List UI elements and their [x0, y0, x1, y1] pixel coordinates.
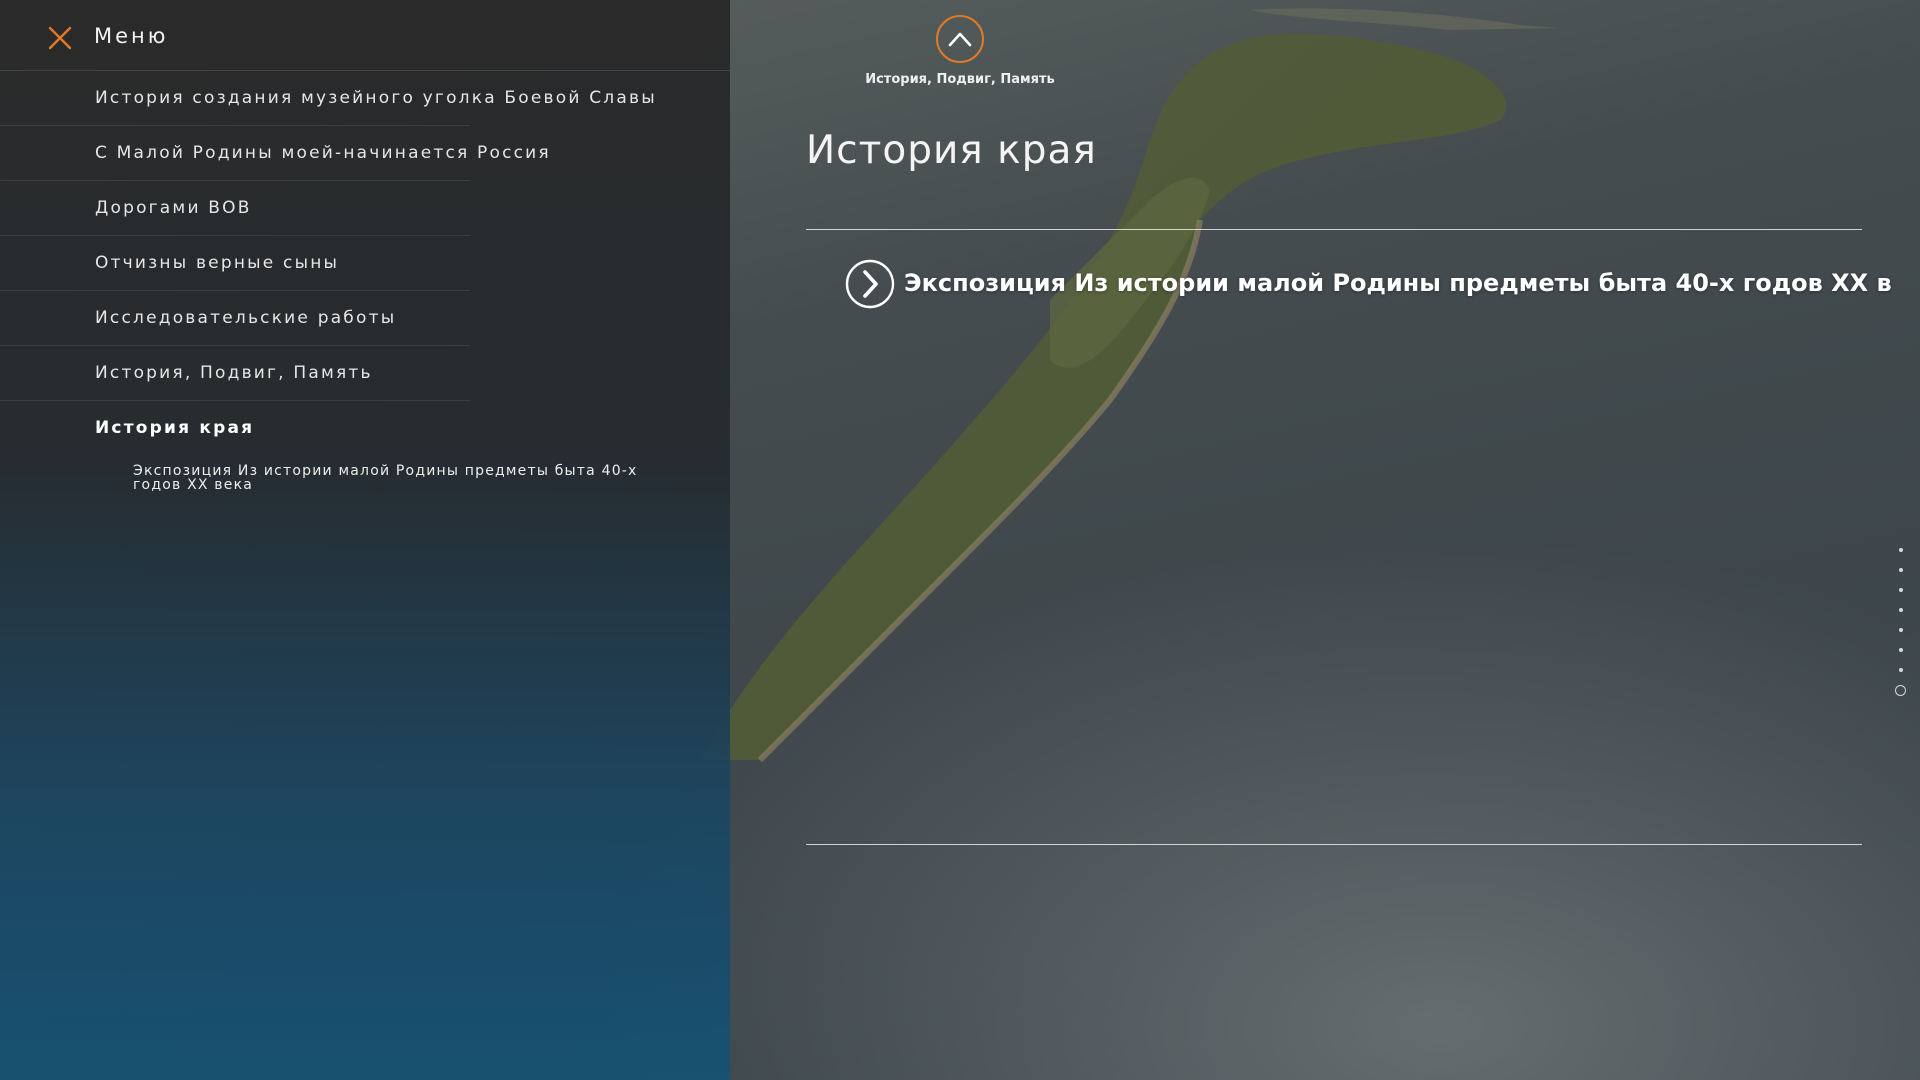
pagination-dot-current[interactable]: [1895, 685, 1906, 696]
menu-item-small-motherland[interactable]: С Малой Родины моей-начинается Россия: [0, 126, 549, 181]
menu-item-faithful-sons[interactable]: Отчизны верные сыны: [0, 236, 470, 291]
side-menu: Меню История создания музейного уголка Б…: [0, 0, 730, 1080]
pagination-dot[interactable]: [1899, 648, 1903, 652]
pagination-dot[interactable]: [1899, 588, 1903, 592]
chevron-up-icon: [948, 32, 972, 47]
menu-item-label: История, Подвиг, Память: [95, 363, 373, 383]
up-nav-label[interactable]: История, Подвиг, Память: [860, 72, 1060, 87]
menu-header: Меню: [0, 0, 730, 71]
pagination-dot[interactable]: [1899, 548, 1903, 552]
exposition-link-text: Экспозиция Из истории малой Родины предм…: [904, 269, 1892, 297]
menu-title: Меню: [94, 24, 169, 48]
menu-item-wwii-roads[interactable]: Дорогами ВОВ: [0, 181, 470, 236]
pagination-dot[interactable]: [1899, 668, 1903, 672]
menu-item-label: История края: [95, 418, 255, 438]
page-title: История края: [806, 128, 1097, 173]
menu-item-label: Отчизны верные сыны: [95, 253, 340, 273]
menu-item-research-works[interactable]: Исследовательские работы: [0, 291, 470, 346]
menu-item-history-feat-memory[interactable]: История, Подвиг, Память: [0, 346, 470, 401]
menu-item-label: Исследовательские работы: [95, 308, 397, 328]
submenu-item-exposition[interactable]: Экспозиция Из истории малой Родины предм…: [133, 464, 653, 492]
menu-item-label: Дорогами ВОВ: [95, 198, 252, 218]
pagination-dot[interactable]: [1899, 568, 1903, 572]
menu-item-label: С Малой Родины моей-начинается Россия: [95, 143, 551, 163]
close-icon[interactable]: [46, 24, 74, 52]
pagination-dot[interactable]: [1899, 608, 1903, 612]
bottom-divider: [806, 844, 1862, 845]
menu-item-history-creation[interactable]: История создания музейного уголка Боевой…: [0, 71, 655, 126]
menu-item-regional-history[interactable]: История края: [0, 401, 470, 455]
pagination-dot[interactable]: [1899, 628, 1903, 632]
top-divider: [806, 229, 1862, 230]
menu-item-label: История создания музейного уголка Боевой…: [95, 88, 657, 108]
up-button[interactable]: [936, 15, 984, 63]
app-window: Меню История создания музейного уголка Б…: [0, 0, 1920, 1080]
chevron-right-circle-icon: [845, 259, 895, 309]
